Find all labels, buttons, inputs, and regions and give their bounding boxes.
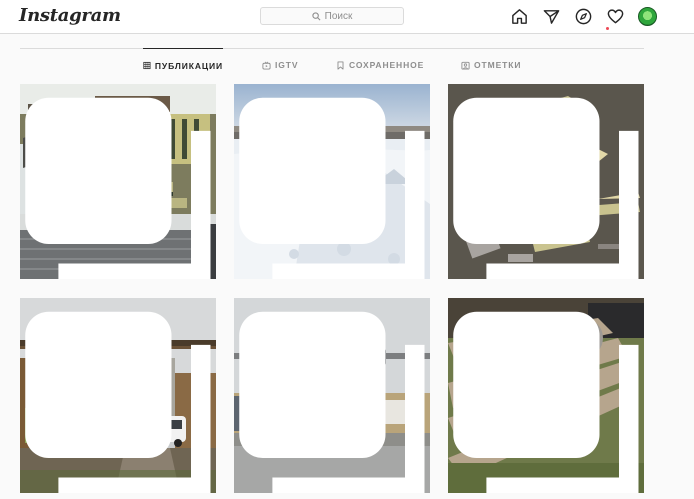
activity-icon[interactable] (606, 7, 625, 26)
tab-publications[interactable]: ПУБЛИКАЦИИ (143, 48, 223, 82)
post-tile[interactable] (20, 298, 216, 493)
notification-dot (606, 27, 609, 30)
post-tile[interactable] (448, 84, 644, 279)
post-tile[interactable] (448, 298, 644, 493)
tagged-icon (461, 61, 470, 70)
bookmark-icon (337, 60, 344, 70)
igtv-icon (262, 61, 271, 70)
instagram-logo[interactable]: Instagram (19, 5, 121, 26)
tab-tagged-label: ОТМЕТКИ (474, 60, 522, 70)
home-icon[interactable] (510, 7, 529, 26)
top-navigation-bar: Instagram Поиск (0, 0, 694, 34)
multiple-photos-icon (453, 311, 639, 493)
profile-avatar[interactable] (638, 7, 657, 26)
multiple-photos-icon (453, 97, 639, 279)
post-tile[interactable] (234, 84, 430, 279)
post-tile[interactable] (20, 84, 216, 279)
tab-saved-label: СОХРАНЕННОЕ (349, 60, 425, 70)
tab-publications-label: ПУБЛИКАЦИИ (154, 60, 223, 71)
multiple-photos-icon (25, 311, 211, 493)
nav-icons (510, 7, 657, 26)
grid-icon (143, 61, 151, 70)
multiple-photos-icon (25, 97, 211, 279)
tab-igtv-label: IGTV (275, 60, 299, 70)
tab-saved[interactable]: СОХРАНЕННОЕ (336, 48, 424, 82)
search-placeholder: Поиск (324, 10, 353, 22)
search-icon (312, 11, 321, 20)
tab-igtv[interactable]: IGTV (262, 48, 298, 82)
tabs-divider (20, 48, 644, 49)
tab-tagged[interactable]: ОТМЕТКИ (461, 48, 521, 82)
search-input[interactable]: Поиск (260, 7, 404, 25)
multiple-photos-icon (239, 97, 425, 279)
post-tile[interactable] (234, 298, 430, 493)
direct-icon[interactable] (542, 7, 561, 26)
multiple-photos-icon (239, 311, 425, 493)
explore-icon[interactable] (574, 7, 593, 26)
